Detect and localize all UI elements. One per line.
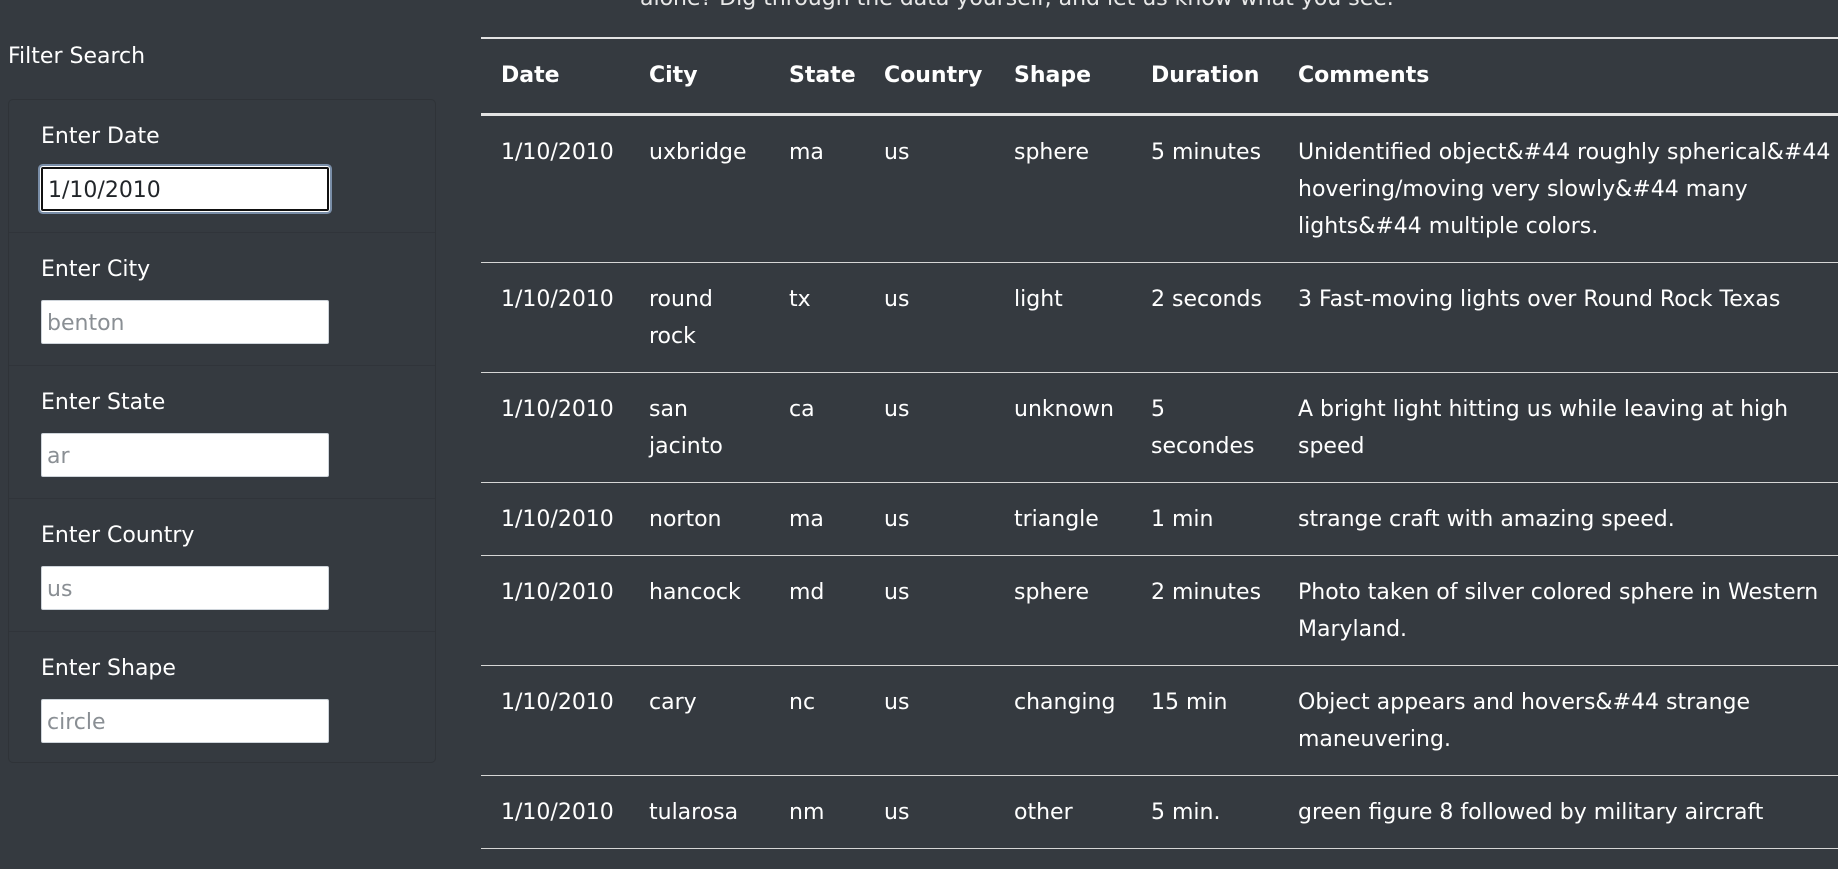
cell-shape: other — [1014, 799, 1073, 825]
cell-country: us — [884, 139, 910, 165]
cell-date: 1/10/2010 — [501, 506, 614, 532]
date-filter-label: Enter Date — [41, 124, 160, 149]
table-header: Date City State Country Shape Duration C… — [481, 38, 1838, 114]
cell-state: md — [789, 579, 825, 605]
cell-duration: 5 minutes — [1151, 139, 1262, 165]
filter-group-city: Enter City — [9, 233, 435, 366]
cell-state: ma — [789, 506, 824, 532]
cell-country: us — [884, 799, 910, 825]
filter-card: Enter Date Enter City Enter State Enter … — [8, 99, 436, 763]
ufo-sightings-table: Date City State Country Shape Duration C… — [481, 37, 1838, 849]
cell-duration: 2 minutes — [1151, 579, 1262, 605]
table-row: 1/10/2010 uxbridge ma us sphere 5 minute… — [481, 114, 1838, 262]
filter-group-date: Enter Date — [9, 100, 435, 233]
cell-city: san jacinto — [649, 396, 723, 459]
city-filter-label: Enter City — [41, 257, 151, 282]
city-filter-input[interactable] — [41, 300, 329, 344]
cell-state: nc — [789, 689, 816, 715]
cell-comments: strange craft with amazing speed. — [1298, 506, 1675, 532]
filter-search-title: Filter Search — [8, 44, 146, 69]
cell-shape: sphere — [1014, 579, 1090, 605]
header-state: State — [789, 63, 856, 89]
cell-city: round rock — [649, 286, 713, 349]
cell-comments: Photo taken of silver colored sphere in … — [1298, 579, 1819, 642]
cell-duration: 2 seconds — [1151, 286, 1262, 312]
state-filter-label: Enter State — [41, 390, 166, 415]
header-country: Country — [884, 63, 983, 89]
cell-state: ca — [789, 396, 815, 422]
cell-comments: 3 Fast-moving lights over Round Rock Tex… — [1298, 286, 1781, 312]
cell-duration: 5 min. — [1151, 799, 1221, 825]
table-row: 1/10/2010 tularosa nm us other 5 min. gr… — [481, 775, 1838, 848]
table-row: 1/10/2010 san jacinto ca us unknown 5 se… — [481, 372, 1838, 482]
cell-shape: triangle — [1014, 506, 1099, 532]
header-city: City — [649, 63, 698, 89]
shape-filter-label: Enter Shape — [41, 656, 176, 681]
ufo-table-container: Date City State Country Shape Duration C… — [481, 37, 1838, 849]
cell-shape: sphere — [1014, 139, 1090, 165]
shape-filter-input[interactable] — [41, 699, 329, 743]
header-duration: Duration — [1151, 63, 1260, 89]
cell-duration: 5 secondes — [1151, 396, 1255, 459]
cell-comments: A bright light hitting us while leaving … — [1298, 396, 1789, 459]
cell-country: us — [884, 286, 910, 312]
table-row: 1/10/2010 norton ma us triangle 1 min st… — [481, 482, 1838, 555]
country-filter-label: Enter Country — [41, 523, 195, 548]
cell-comments: Object appears and hovers&#44 strange ma… — [1298, 689, 1751, 752]
cell-comments: green figure 8 followed by military airc… — [1298, 799, 1764, 825]
cell-shape: light — [1014, 286, 1063, 312]
country-filter-input[interactable] — [41, 566, 329, 610]
cell-city: uxbridge — [649, 139, 747, 165]
cell-date: 1/10/2010 — [501, 139, 614, 165]
intro-text: alone? Dig through the data yourself, an… — [640, 0, 1394, 10]
cell-country: us — [884, 689, 910, 715]
cell-city: cary — [649, 689, 697, 715]
table-row: 1/10/2010 round rock tx us light 2 secon… — [481, 262, 1838, 372]
cell-date: 1/10/2010 — [501, 579, 614, 605]
cell-date: 1/10/2010 — [501, 799, 614, 825]
cell-comments: Unidentified object&#44 roughly spherica… — [1298, 139, 1831, 239]
cell-date: 1/10/2010 — [501, 689, 614, 715]
cell-city: norton — [649, 506, 722, 532]
cell-date: 1/10/2010 — [501, 396, 614, 422]
table-row: 1/10/2010 cary nc us changing 15 min Obj… — [481, 665, 1838, 775]
cell-duration: 1 min — [1151, 506, 1214, 532]
date-filter-input[interactable] — [41, 167, 329, 211]
cell-shape: unknown — [1014, 396, 1114, 422]
filter-sidebar: Filter Search Enter Date Enter City Ente… — [0, 0, 440, 869]
cell-state: ma — [789, 139, 824, 165]
header-comments: Comments — [1298, 63, 1430, 89]
cell-date: 1/10/2010 — [501, 286, 614, 312]
cell-city: hancock — [649, 579, 741, 605]
header-date: Date — [501, 63, 560, 89]
state-filter-input[interactable] — [41, 433, 329, 477]
cell-duration: 15 min — [1151, 689, 1228, 715]
filter-group-country: Enter Country — [9, 499, 435, 632]
cell-country: us — [884, 579, 910, 605]
header-shape: Shape — [1014, 63, 1092, 89]
cell-state: tx — [789, 286, 811, 312]
table-header-row: Date City State Country Shape Duration C… — [481, 38, 1838, 114]
cell-shape: changing — [1014, 689, 1116, 715]
cell-state: nm — [789, 799, 825, 825]
filter-group-shape: Enter Shape — [9, 632, 435, 765]
cell-country: us — [884, 506, 910, 532]
filter-group-state: Enter State — [9, 366, 435, 499]
cell-city: tularosa — [649, 799, 739, 825]
table-body: 1/10/2010 uxbridge ma us sphere 5 minute… — [481, 114, 1838, 848]
table-row: 1/10/2010 hancock md us sphere 2 minutes… — [481, 555, 1838, 665]
cell-country: us — [884, 396, 910, 422]
